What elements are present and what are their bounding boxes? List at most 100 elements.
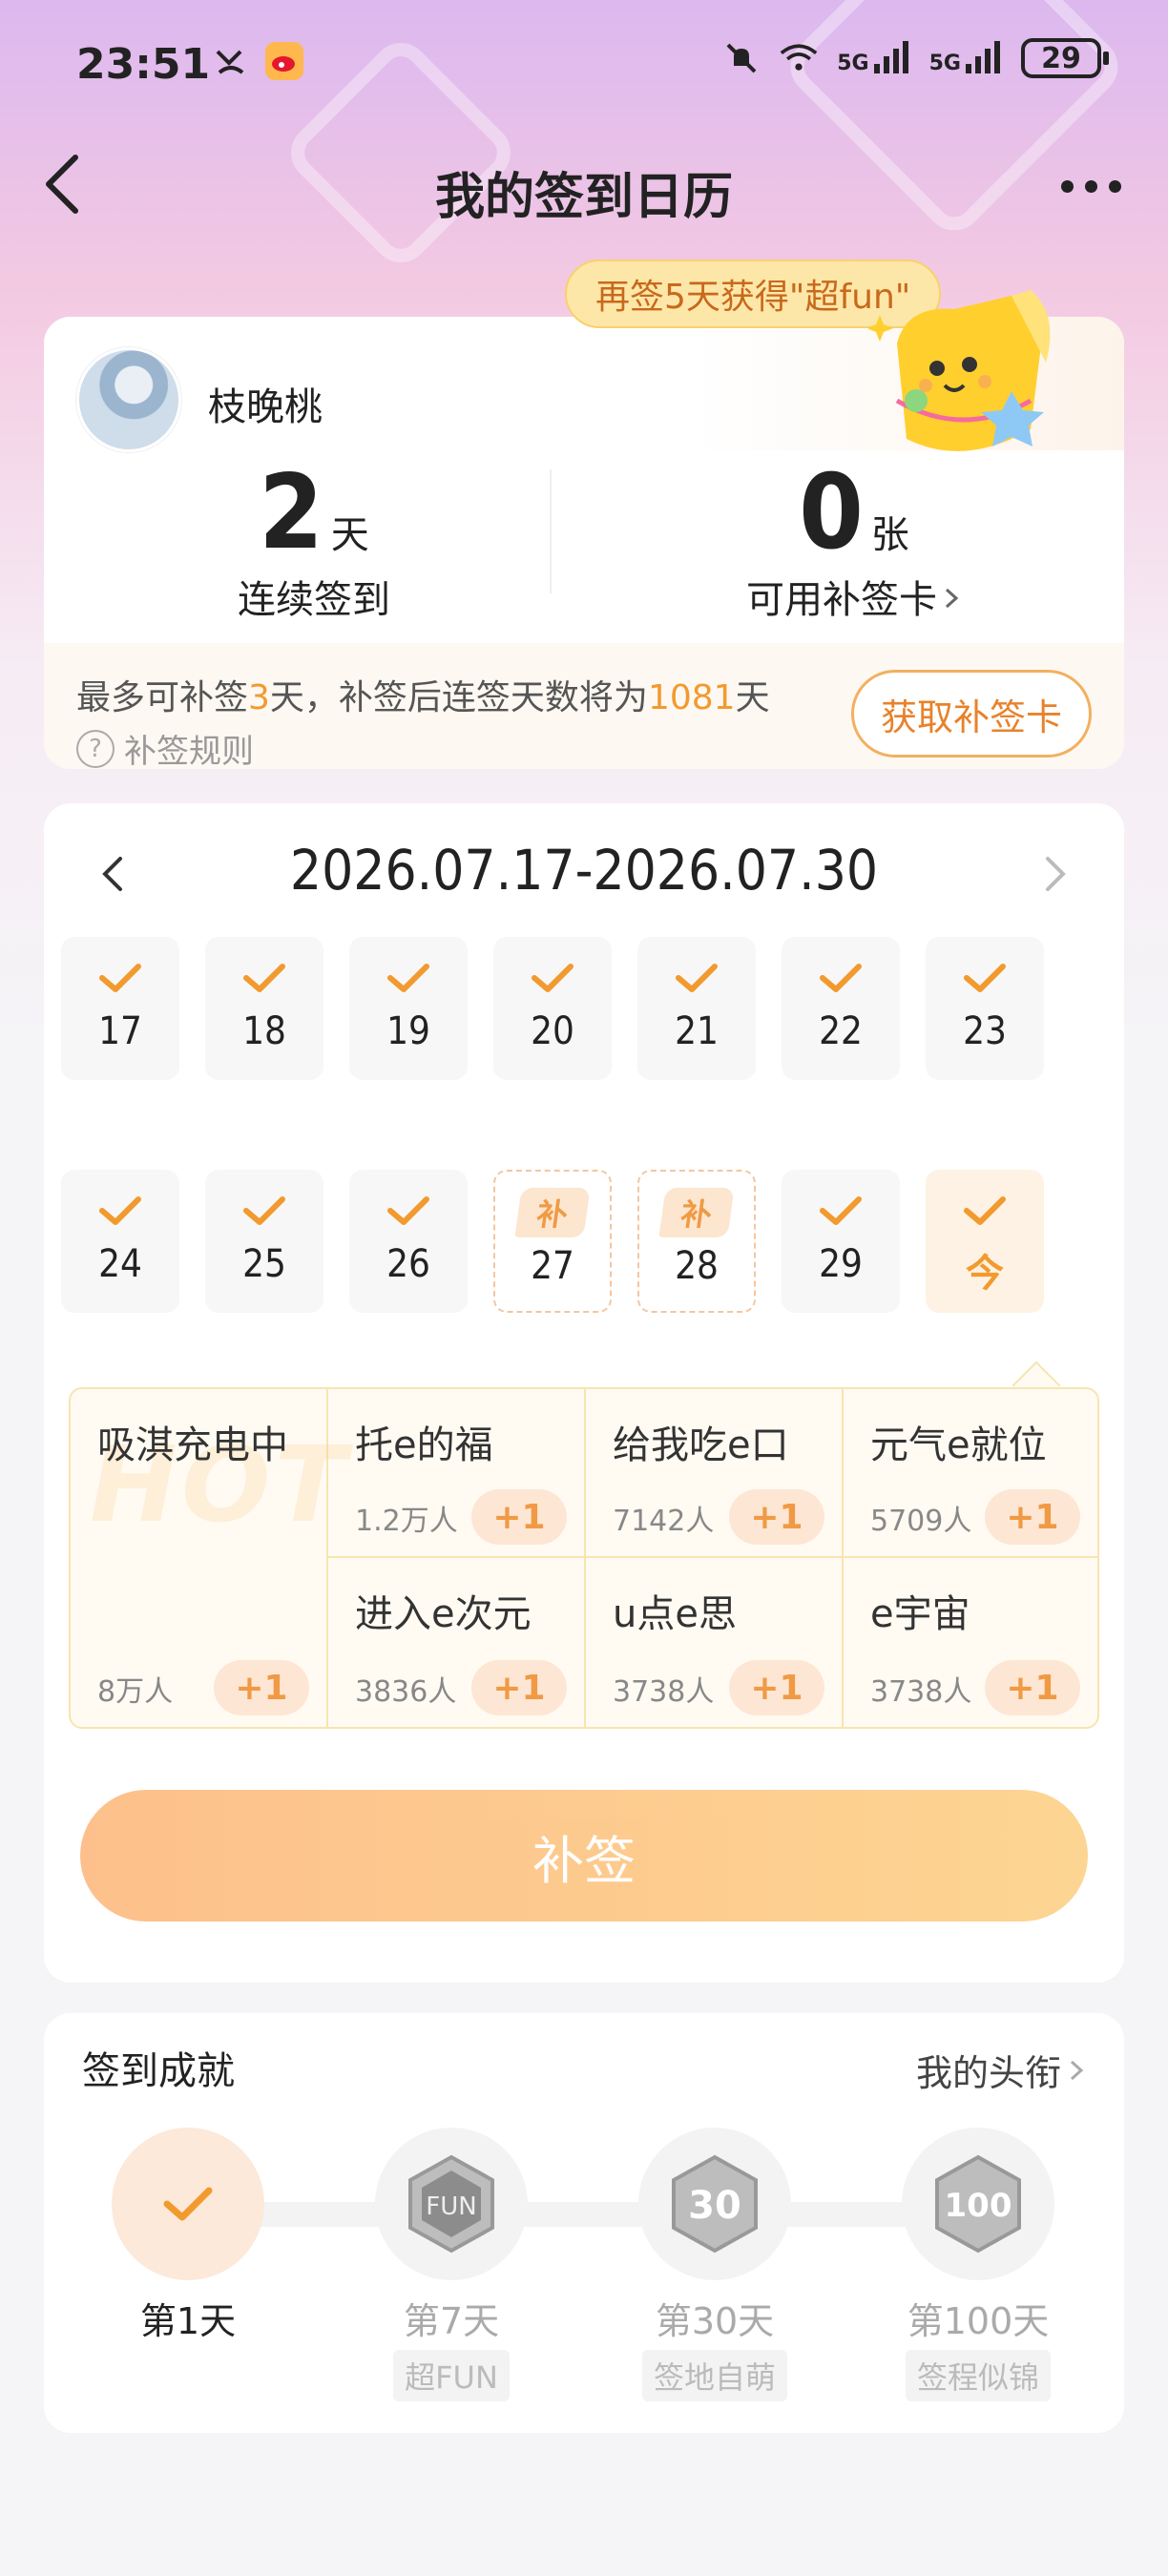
streak-number: 2 (259, 453, 323, 572)
page-title: 我的签到日历 (434, 169, 733, 226)
topic-count: 3836人 (355, 1675, 457, 1709)
day-number: 18 (242, 1009, 286, 1053)
badge-day-label: 第30天 (655, 2300, 775, 2342)
calendar-day[interactable]: 21 (637, 937, 756, 1080)
calendar-day[interactable]: 20 (493, 937, 612, 1080)
calendar-day[interactable]: 23 (926, 937, 1044, 1080)
checkmark-icon (205, 1170, 323, 1236)
status-time: 23:51 (76, 40, 211, 89)
day-number: 23 (963, 1009, 1007, 1053)
day-number: 28 (675, 1244, 719, 1288)
topic-count: 5709人 (870, 1505, 972, 1538)
day-number: 27 (531, 1244, 574, 1288)
avatar[interactable] (76, 347, 181, 452)
topic-name: 进入e次元 (355, 1592, 532, 1636)
stats-row: 2天 连续签到 0张 可用补签卡 (44, 448, 1124, 639)
calendar-day[interactable]: 19 (349, 937, 468, 1080)
calendar-day[interactable]: 17 (61, 937, 179, 1080)
more-options-button[interactable] (1048, 153, 1134, 219)
topic-name: e宇宙 (870, 1592, 970, 1636)
calendar-day[interactable]: 18 (205, 937, 323, 1080)
makeup-signin-button[interactable]: 补签 (80, 1790, 1088, 1922)
makeup-rules-link[interactable]: ? 补签规则 (76, 725, 254, 769)
badge-day-label: 第7天 (403, 2300, 500, 2342)
achievement-card: 签到成就 我的头衔 第1天 FUN 第7天 超FUN 30 第30天 签地自萌 100 第100… (44, 2013, 1124, 2433)
stat-divider (550, 469, 552, 593)
chevron-right-icon (1070, 2060, 1084, 2080)
achievement-badge[interactable]: FUN 第7天超FUN (370, 2128, 532, 2401)
streak-unit: 天 (330, 513, 369, 557)
achievement-progress-line (187, 2202, 989, 2227)
calendar-day[interactable]: 补 28 (637, 1170, 756, 1313)
topic-count: 7142人 (613, 1505, 715, 1538)
topic-plus-button[interactable]: +1 (214, 1660, 309, 1715)
my-titles-link[interactable]: 我的头衔 (916, 2044, 1086, 2096)
day-number: 19 (386, 1009, 430, 1053)
topic-plus-button[interactable]: +1 (985, 1489, 1080, 1545)
topic-plus-button[interactable]: +1 (729, 1660, 824, 1715)
day-number: 26 (386, 1242, 430, 1286)
week-navigator: 2026.07.17-2026.07.30 (44, 838, 1124, 914)
makeup-badge: 补 (658, 1188, 735, 1237)
username: 枝晚桃 (208, 385, 323, 429)
nav-bar: 我的签到日历 (0, 134, 1168, 239)
badge-title-tag: 签程似锦 (905, 2350, 1051, 2401)
chevron-right-icon (1046, 857, 1066, 891)
topic-plus-button[interactable]: +1 (985, 1660, 1080, 1715)
next-week-button[interactable] (1027, 845, 1084, 903)
get-makeup-card-button[interactable]: 获取补签卡 (850, 670, 1092, 758)
topic-item[interactable]: u点e思 3738人 +1 (586, 1558, 844, 1727)
check-badge-icon (112, 2128, 264, 2280)
topic-item[interactable]: 托e的福 1.2万人 +1 (328, 1389, 586, 1558)
badge-day-label: 第1天 (139, 2300, 237, 2342)
day-number: 25 (242, 1242, 286, 1286)
topic-item[interactable]: e宇宙 3738人 +1 (844, 1558, 1097, 1727)
makeup-badge: 补 (514, 1188, 591, 1237)
calendar-day[interactable]: 补 27 (493, 1170, 612, 1313)
card-label: 可用补签卡 (584, 569, 1124, 624)
topic-plus-button[interactable]: +1 (729, 1489, 824, 1545)
achievement-badge[interactable]: 30 第30天 签地自萌 (634, 2128, 796, 2401)
topic-main[interactable]: HOT 吸淇充电中 8万人 +1 (71, 1389, 346, 1727)
day-number: 今 (966, 1252, 1004, 1296)
topic-plus-button[interactable]: +1 (471, 1489, 567, 1545)
checkmark-icon (61, 1170, 179, 1236)
topic-item[interactable]: 进入e次元 3836人 +1 (328, 1558, 586, 1727)
makeup-card-stat[interactable]: 0张 可用补签卡 (584, 448, 1124, 639)
calendar-day[interactable]: 29 (782, 1170, 900, 1313)
weibo-icon (265, 42, 303, 80)
status-bar: 23:51 5G 5G 29 (0, 0, 1168, 134)
topic-plus-button[interactable]: +1 (471, 1660, 567, 1715)
topic-name: 吸淇充电中 (97, 1423, 288, 1467)
badge-title-tag: 超FUN (393, 2350, 510, 2401)
checkmark-icon (782, 937, 900, 1004)
topic-item[interactable]: 给我吃e口 7142人 +1 (586, 1389, 844, 1558)
day-number: 17 (98, 1009, 142, 1053)
topic-count: 3738人 (613, 1675, 715, 1709)
fun-badge-icon: FUN (375, 2128, 528, 2280)
makeup-description: 最多可补签3天，补签后连签天数将为1081天 (76, 678, 770, 717)
calendar-day[interactable]: 26 (349, 1170, 468, 1313)
day-number: 24 (98, 1242, 142, 1286)
calendar-day[interactable]: 今 (926, 1170, 1044, 1313)
day-number: 22 (819, 1009, 863, 1053)
svg-text:30: 30 (688, 2184, 741, 2228)
checkmark-icon (926, 937, 1044, 1004)
streak-label: 连续签到 (238, 578, 390, 622)
checkmark-icon (926, 1170, 1044, 1236)
chevron-right-icon (945, 588, 959, 609)
achievement-badge[interactable]: 100 第100天 签程似锦 (897, 2128, 1059, 2401)
topic-item[interactable]: 元气e就位 5709人 +1 (844, 1389, 1097, 1558)
checkmark-icon (637, 937, 756, 1004)
makeup-badge-icon: 补 (639, 1172, 754, 1238)
achievement-badge[interactable]: 第1天 (107, 2128, 269, 2344)
calendar-day[interactable]: 25 (205, 1170, 323, 1313)
calendar-day[interactable]: 24 (61, 1170, 179, 1313)
mascot-icon (868, 290, 1051, 451)
calendar-day[interactable]: 22 (782, 937, 900, 1080)
day-number: 21 (675, 1009, 719, 1053)
topic-count: 1.2万人 (355, 1505, 458, 1538)
checkmark-icon (782, 1170, 900, 1236)
makeup-badge-icon: 补 (495, 1172, 610, 1238)
topic-name: 元气e就位 (870, 1423, 1047, 1467)
